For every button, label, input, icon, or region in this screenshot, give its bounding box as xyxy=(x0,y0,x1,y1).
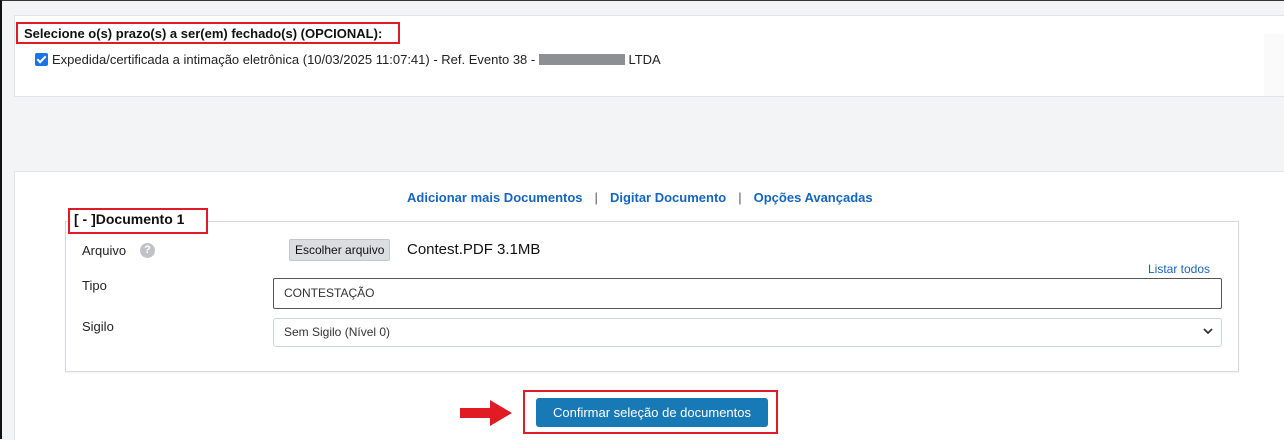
prazos-title: Selecione o(s) prazo(s) a ser(em) fechad… xyxy=(24,26,383,41)
documents-links-bar: Adicionar mais Documentos | Digitar Docume… xyxy=(407,190,873,205)
prazo-item-text: Expedida/certificada a intimação eletrôn… xyxy=(52,52,539,67)
page-frame: Selecione o(s) prazo(s) a ser(em) fechad… xyxy=(0,0,1284,440)
prazo-item-text-suffix: LTDA xyxy=(624,52,661,67)
document-legend-toggle[interactable]: [ - ]Documento 1 xyxy=(74,211,184,227)
advanced-options-link[interactable]: Opções Avançadas xyxy=(754,190,873,205)
add-documents-link[interactable]: Adicionar mais Documentos xyxy=(407,190,583,205)
sigilo-select[interactable]: Sem Sigilo (Nível 0) xyxy=(273,318,1222,347)
tipo-input[interactable]: CONTESTAÇÃO xyxy=(273,278,1222,309)
sigilo-label: Sigilo xyxy=(82,319,114,334)
panel-edge xyxy=(1264,34,1284,96)
redacted-company-name xyxy=(538,54,625,65)
arquivo-label: Arquivo xyxy=(82,243,127,258)
type-document-link[interactable]: Digitar Documento xyxy=(610,190,726,205)
list-all-link[interactable]: Listar todos xyxy=(1148,262,1210,276)
confirm-documents-button[interactable]: Confirmar seleção de documentos xyxy=(536,398,768,427)
prazo-item-label[interactable]: Expedida/certificada a intimação eletrôn… xyxy=(52,52,661,67)
sigilo-selected-value: Sem Sigilo (Nível 0) xyxy=(284,325,391,339)
prazo-checkbox[interactable] xyxy=(35,53,48,66)
link-separator: | xyxy=(594,190,598,205)
help-icon[interactable]: ? xyxy=(140,243,155,258)
arrow-right-icon xyxy=(460,400,512,426)
choose-file-button[interactable]: Escolher arquivo xyxy=(289,239,391,261)
selected-file-name: Contest.PDF 3.1MB xyxy=(407,241,541,258)
link-separator: | xyxy=(738,190,742,205)
chevron-down-icon xyxy=(1203,328,1213,335)
tipo-label: Tipo xyxy=(82,278,107,293)
